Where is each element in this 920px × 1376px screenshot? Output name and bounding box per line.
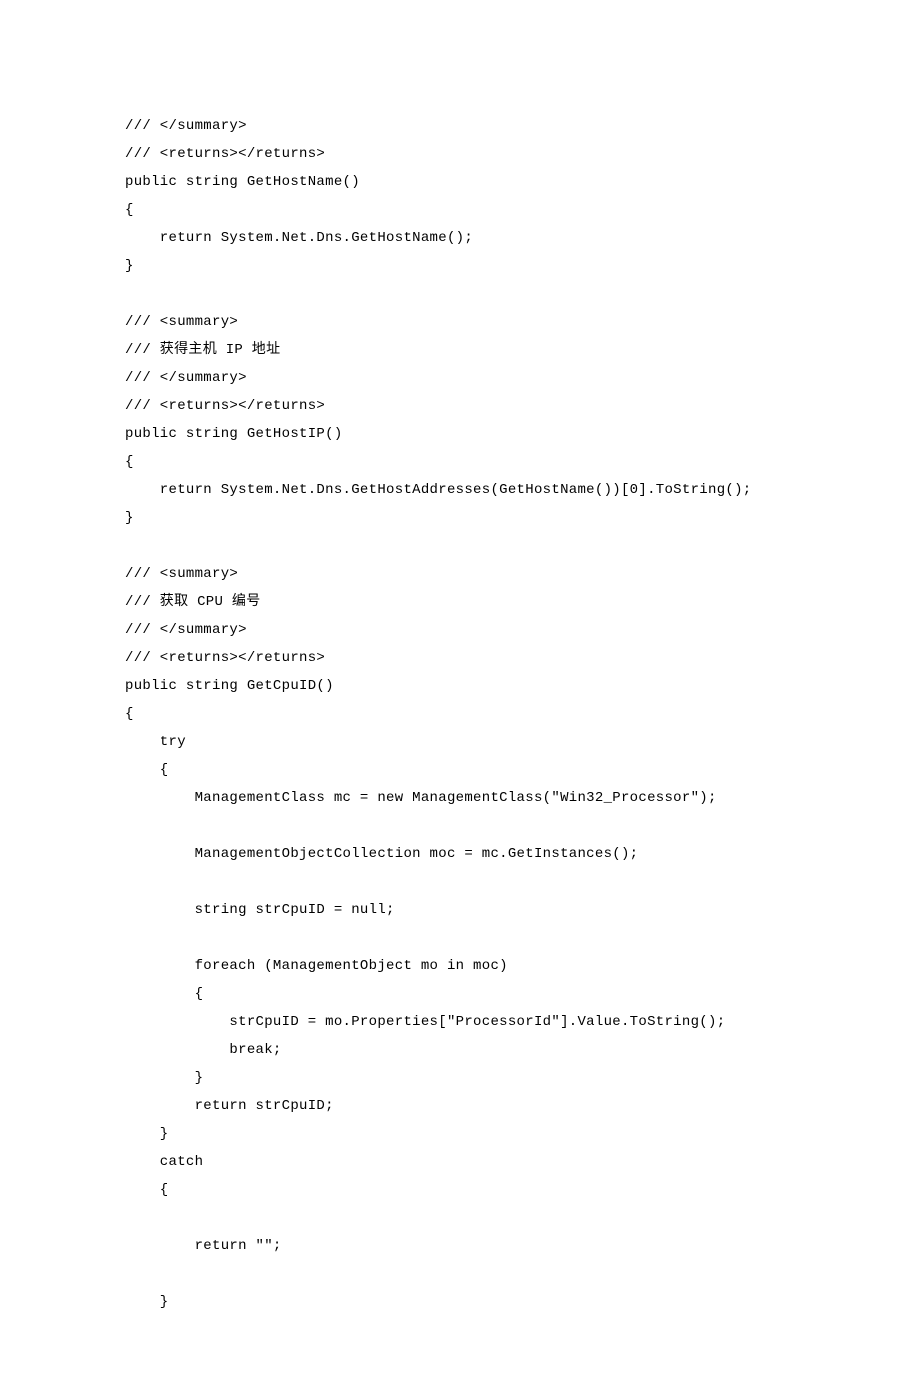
code-block: /// </summary> /// <returns></returns> p…	[125, 112, 795, 1316]
document-page: /// </summary> /// <returns></returns> p…	[0, 0, 920, 1376]
